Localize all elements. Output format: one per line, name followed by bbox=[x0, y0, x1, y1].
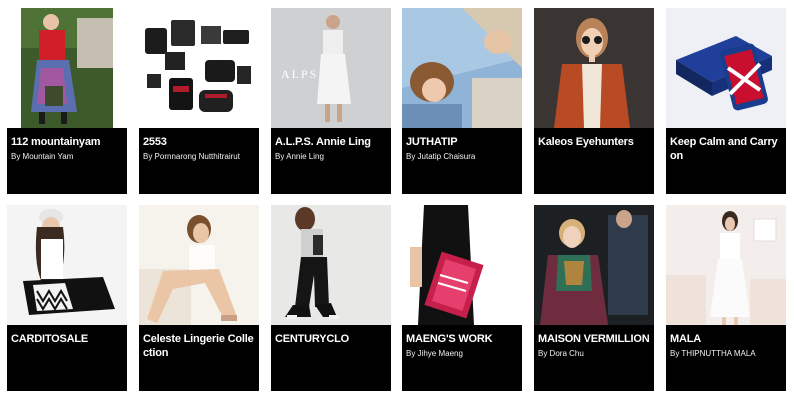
brand-thumbnail[interactable] bbox=[534, 205, 654, 325]
brand-card-kaleos-eyehunters[interactable]: Kaleos Eyehunters bbox=[534, 8, 654, 194]
brand-caption: MAISON VERMILLION By Dora Chu bbox=[534, 325, 654, 391]
brand-thumbnail[interactable] bbox=[402, 8, 522, 128]
brand-card-maison-vermillion[interactable]: MAISON VERMILLION By Dora Chu bbox=[534, 205, 654, 391]
brand-thumbnail[interactable] bbox=[7, 8, 127, 128]
brand-card-112-mountainyam[interactable]: 112 mountainyam By Mountain Yam bbox=[7, 8, 127, 194]
brand-card-2553[interactable]: 2553 By Pornnarong Nutthitrairut bbox=[139, 8, 259, 194]
brand-card-alps-annie-ling[interactable]: ALPS A.L.P.S. Annie Ling By Annie Ling bbox=[271, 8, 391, 194]
brand-name[interactable]: CARDITOSALE bbox=[11, 332, 123, 346]
brand-card-juthatip[interactable]: JUTHATIP By Jutatip Chaisura bbox=[402, 8, 522, 194]
brand-thumbnail[interactable] bbox=[666, 205, 786, 325]
brand-card-maengs-work[interactable]: MAENG'S WORK By Jihye Maeng bbox=[402, 205, 522, 391]
brand-name[interactable]: 2553 bbox=[143, 135, 255, 149]
brand-caption: CARDITOSALE bbox=[7, 325, 127, 391]
brand-caption: Keep Calm and Carry on bbox=[666, 128, 786, 194]
brand-card-celeste-lingerie-collection[interactable]: Celeste Lingerie Collection bbox=[139, 205, 259, 391]
brand-name[interactable]: Celeste Lingerie Collection bbox=[143, 332, 255, 360]
brand-designer: By Pornnarong Nutthitrairut bbox=[143, 152, 240, 161]
brand-designer: By Dora Chu bbox=[538, 349, 584, 358]
brand-thumbnail[interactable] bbox=[402, 205, 522, 325]
brand-caption: Celeste Lingerie Collection bbox=[139, 325, 259, 391]
brand-designer: By Annie Ling bbox=[275, 152, 324, 161]
brand-name[interactable]: MALA bbox=[670, 332, 782, 346]
brand-thumbnail[interactable] bbox=[139, 8, 259, 128]
brand-name[interactable]: A.L.P.S. Annie Ling bbox=[275, 135, 387, 149]
brand-designer: By THIPNUTTHA MALA bbox=[670, 349, 756, 358]
brand-thumbnail[interactable]: ALPS bbox=[271, 8, 391, 128]
brand-caption: 2553 By Pornnarong Nutthitrairut bbox=[139, 128, 259, 194]
brand-caption: CENTURYCLO bbox=[271, 325, 391, 391]
brand-caption: A.L.P.S. Annie Ling By Annie Ling bbox=[271, 128, 391, 194]
brand-card-centuryclo[interactable]: CENTURYCLO bbox=[271, 205, 391, 391]
brand-card-mala[interactable]: MALA By THIPNUTTHA MALA bbox=[666, 205, 786, 391]
brand-caption: 112 mountainyam By Mountain Yam bbox=[7, 128, 127, 194]
svg-text:ALPS: ALPS bbox=[281, 67, 318, 81]
brand-caption: MAENG'S WORK By Jihye Maeng bbox=[402, 325, 522, 391]
brand-thumbnail[interactable] bbox=[271, 205, 391, 325]
brand-thumbnail[interactable] bbox=[139, 205, 259, 325]
brand-name[interactable]: MAENG'S WORK bbox=[406, 332, 518, 346]
brand-thumbnail[interactable] bbox=[7, 205, 127, 325]
brand-designer: By Jihye Maeng bbox=[406, 349, 463, 358]
brand-name[interactable]: Keep Calm and Carry on bbox=[670, 135, 782, 163]
brand-caption: JUTHATIP By Jutatip Chaisura bbox=[402, 128, 522, 194]
brand-caption: Kaleos Eyehunters bbox=[534, 128, 654, 194]
brand-designer: By Mountain Yam bbox=[11, 152, 74, 161]
brand-thumbnail[interactable] bbox=[534, 8, 654, 128]
brand-card-carditosale[interactable]: CARDITOSALE bbox=[7, 205, 127, 391]
brand-name[interactable]: Kaleos Eyehunters bbox=[538, 135, 650, 149]
brand-caption: MALA By THIPNUTTHA MALA bbox=[666, 325, 786, 391]
brand-name[interactable]: CENTURYCLO bbox=[275, 332, 387, 346]
brand-thumbnail[interactable] bbox=[666, 8, 786, 128]
brand-designer: By Jutatip Chaisura bbox=[406, 152, 476, 161]
brand-name[interactable]: 112 mountainyam bbox=[11, 135, 123, 149]
brand-card-keep-calm-and-carry-on[interactable]: Keep Calm and Carry on bbox=[666, 8, 786, 194]
brand-name[interactable]: JUTHATIP bbox=[406, 135, 518, 149]
brand-name[interactable]: MAISON VERMILLION bbox=[538, 332, 650, 346]
